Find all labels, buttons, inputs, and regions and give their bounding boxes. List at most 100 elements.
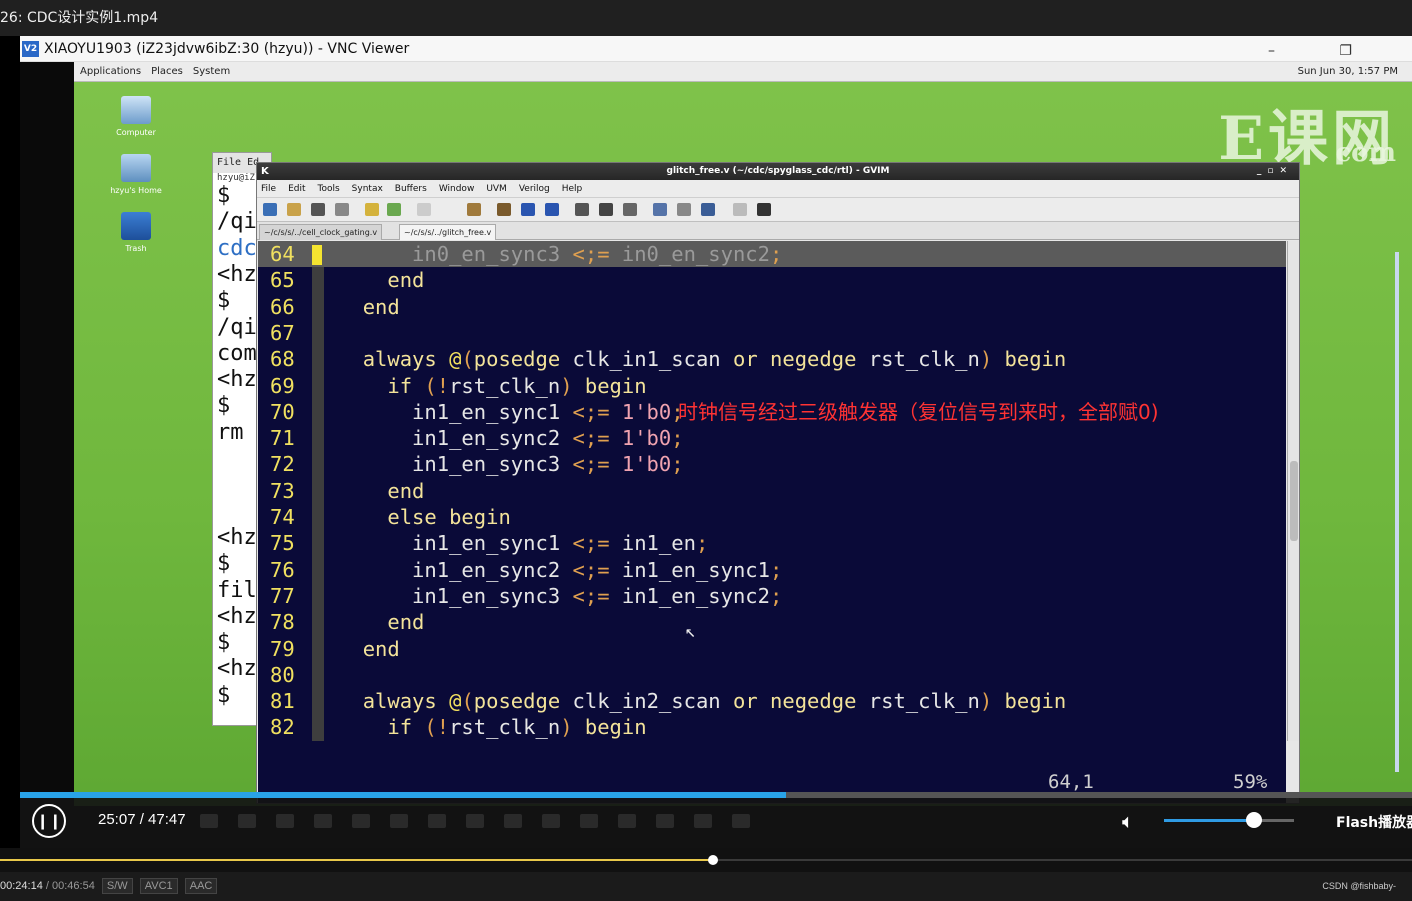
tab-glitch-free[interactable]: ~/c/s/s/../glitch_free.v bbox=[399, 224, 497, 240]
gvim-tabline: ~/c/s/s/../cell_clock_gating.v ~/c/s/s/.… bbox=[257, 222, 1299, 240]
terminal-host: hzyu@iZ bbox=[217, 173, 255, 183]
gvim-menu-help[interactable]: Help bbox=[562, 180, 583, 197]
shell-icon[interactable] bbox=[677, 203, 691, 216]
gvim-toolbar bbox=[257, 198, 1299, 222]
code-text: always @(posedge clk_in1_scan or negedge… bbox=[362, 347, 1067, 372]
code-line[interactable]: 82 if (!rst_clk_n) begin bbox=[258, 714, 1286, 740]
code-editor[interactable]: 64 in0_en_sync3 <;= in0_en_sync2; 65 end 6… bbox=[258, 241, 1286, 803]
code-line[interactable]: 74 else begin bbox=[258, 504, 1286, 530]
find-help-icon[interactable] bbox=[757, 203, 771, 216]
gvim-menu-buffers[interactable]: Buffers bbox=[395, 180, 427, 197]
code-line[interactable]: 66 end bbox=[258, 294, 1286, 320]
gvim-window-controls[interactable]: _▫✕ bbox=[1257, 163, 1293, 180]
code-text: always @(posedge clk_in2_scan or negedge… bbox=[362, 689, 1067, 714]
line-number: 71 bbox=[270, 426, 295, 451]
text-cursor bbox=[312, 245, 322, 265]
save-icon[interactable] bbox=[287, 203, 301, 216]
gvim-app-icon: K bbox=[261, 166, 269, 177]
menu-places[interactable]: Places bbox=[151, 62, 183, 82]
scroll-thumb[interactable] bbox=[1290, 461, 1298, 541]
tab-cell-clock-gating[interactable]: ~/c/s/s/../cell_clock_gating.v bbox=[259, 224, 383, 240]
vnc-title-text: XIAOYU1903 (iZ23jdvw6ibZ:30 (hzyu)) - VN… bbox=[44, 41, 410, 57]
line-number: 73 bbox=[270, 478, 295, 503]
gvim-window: K glitch_free.v (~/cdc/spyglass_cdc/rtl)… bbox=[256, 162, 1300, 804]
find-next-icon[interactable] bbox=[521, 203, 535, 216]
code-line[interactable]: 70 in1_en_sync1 <;= 1'b0; 时钟信号经过三级触发器（复位信… bbox=[258, 399, 1286, 425]
code-line[interactable]: 77 in1_en_sync3 <;= in1_en_sync2; bbox=[258, 583, 1286, 609]
code-line[interactable]: 71 in1_en_sync2 <;= 1'b0; bbox=[258, 425, 1286, 451]
help-icon[interactable] bbox=[733, 203, 747, 216]
terminal-line: <hz bbox=[217, 603, 257, 629]
outer-seek-bar[interactable] bbox=[0, 848, 1412, 872]
undo-icon[interactable] bbox=[365, 203, 379, 216]
desktop-icon-computer[interactable]: Computer bbox=[106, 96, 166, 137]
panel-clock[interactable]: Sun Jun 30, 1:57 PM bbox=[1298, 62, 1398, 82]
gvim-menu-uvm[interactable]: UVM bbox=[486, 180, 507, 197]
menu-applications[interactable]: Applications bbox=[80, 62, 141, 82]
window-controls[interactable]: – ❐ bbox=[1268, 38, 1382, 64]
code-text: end bbox=[387, 268, 425, 293]
mouse-pointer-icon: ↖ bbox=[685, 621, 696, 642]
gvim-vertical-scrollbar[interactable] bbox=[1287, 241, 1299, 741]
menu-system[interactable]: System bbox=[193, 62, 230, 82]
code-line[interactable]: 81 always @(posedge clk_in2_scan or nege… bbox=[258, 688, 1286, 714]
line-number: 69 bbox=[270, 373, 295, 398]
desktop-scrollbar[interactable] bbox=[1392, 252, 1402, 772]
gnome-top-panel: Applications Places System Sun Jun 30, 1… bbox=[74, 62, 1412, 82]
code-line[interactable]: 65 end bbox=[258, 267, 1286, 293]
paste-icon[interactable] bbox=[467, 203, 481, 216]
vnc-title-bar: V2 XIAOYU1903 (iZ23jdvw6ibZ:30 (hzyu)) -… bbox=[20, 36, 1412, 62]
gvim-menu-file[interactable]: File bbox=[261, 180, 276, 197]
tags-icon[interactable] bbox=[701, 203, 715, 216]
line-number: 80 bbox=[270, 662, 295, 687]
save-all-icon[interactable] bbox=[311, 203, 325, 216]
redo-icon[interactable] bbox=[387, 203, 401, 216]
brand-com: com bbox=[1335, 138, 1396, 168]
line-number: 77 bbox=[270, 583, 295, 608]
gvim-menu-syntax[interactable]: Syntax bbox=[352, 180, 383, 197]
code-line[interactable]: 73 end bbox=[258, 478, 1286, 504]
volume-knob[interactable] bbox=[1245, 812, 1262, 828]
find-icon[interactable] bbox=[497, 203, 511, 216]
run-script-icon[interactable] bbox=[623, 203, 637, 216]
gvim-menu-tools[interactable]: Tools bbox=[318, 180, 340, 197]
outer-seek-knob[interactable] bbox=[708, 855, 719, 865]
code-line[interactable]: 68 always @(posedge clk_in1_scan or nege… bbox=[258, 346, 1286, 372]
terminal-line: <hz bbox=[217, 367, 257, 393]
code-line[interactable]: 69 if (!rst_clk_n) begin bbox=[258, 373, 1286, 399]
desktop-icon-trash[interactable]: Trash bbox=[106, 212, 166, 253]
code-line[interactable]: 72 in1_en_sync3 <;= 1'b0; bbox=[258, 451, 1286, 477]
current-time: 00:24:14 bbox=[0, 880, 43, 892]
cut-icon[interactable] bbox=[417, 203, 431, 216]
find-prev-icon[interactable] bbox=[545, 203, 559, 216]
gnome-menu: Applications Places System bbox=[80, 62, 230, 82]
gvim-menu-edit[interactable]: Edit bbox=[288, 180, 305, 197]
desktop-icon-home[interactable]: hzyu's Home bbox=[106, 154, 166, 195]
volume-slider[interactable] bbox=[1164, 812, 1294, 828]
line-number: 66 bbox=[270, 294, 295, 319]
code-line[interactable]: 67 bbox=[258, 320, 1286, 346]
terminal-line: $ bbox=[217, 288, 231, 314]
code-line[interactable]: 64 in0_en_sync3 <;= in0_en_sync2; bbox=[258, 241, 1286, 267]
code-line[interactable]: 75 in1_en_sync1 <;= in1_en; bbox=[258, 530, 1286, 556]
code-text: in1_en_sync2 <;= 1'b0; bbox=[338, 426, 684, 451]
line-number: 79 bbox=[270, 636, 295, 661]
gvim-menu-verilog[interactable]: Verilog bbox=[519, 180, 550, 197]
code-line[interactable]: 76 in1_en_sync2 <;= in1_en_sync1; bbox=[258, 557, 1286, 583]
gvim-menu-window[interactable]: Window bbox=[439, 180, 475, 197]
code-line[interactable]: 78 end bbox=[258, 609, 1286, 635]
volume-icon[interactable]: 🔈︎ bbox=[1122, 809, 1134, 833]
make-icon[interactable] bbox=[653, 203, 667, 216]
print-icon[interactable] bbox=[335, 203, 349, 216]
tag-audio: AAC bbox=[184, 878, 218, 894]
pause-button[interactable]: ❙❙ bbox=[32, 804, 66, 838]
trash-icon bbox=[121, 212, 151, 240]
save-session-icon[interactable] bbox=[599, 203, 613, 216]
terminal-line: /qi bbox=[217, 209, 257, 235]
line-number: 75 bbox=[270, 531, 295, 556]
code-line[interactable]: 79 end bbox=[258, 636, 1286, 662]
load-session-icon[interactable] bbox=[575, 203, 589, 216]
code-line[interactable]: 80 bbox=[258, 662, 1286, 688]
open-icon[interactable] bbox=[263, 203, 277, 216]
vnc-left-margin bbox=[20, 62, 74, 806]
